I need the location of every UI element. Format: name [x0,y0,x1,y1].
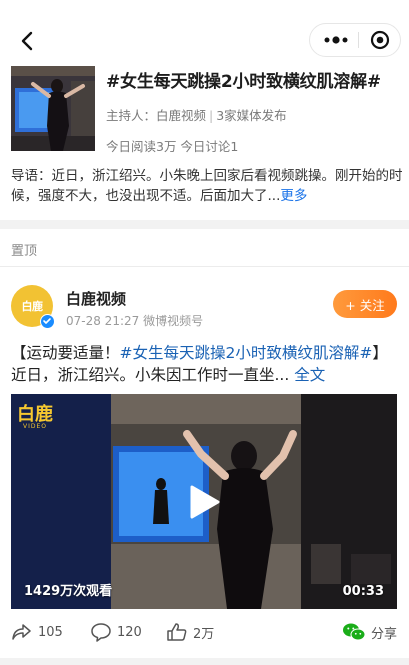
topic-stats: 今日阅读3万 今日讨论1 [106,139,239,154]
more-dots-icon [324,36,348,44]
wechat-icon [342,623,366,641]
like-count: 2万 [193,626,215,642]
host-label[interactable]: 主持人：白鹿视频 [106,108,206,123]
video-logo-text: 白鹿 [17,404,53,425]
follow-button[interactable]: + 关注 [333,290,397,318]
target-close-icon [370,30,390,50]
repost-icon [12,624,31,640]
play-button[interactable] [187,484,221,520]
post-meta: 07-28 21:27 微博视频号 [66,314,204,328]
post-card: 白鹿 白鹿视频 07-28 21:27 微博视频号 + 关注 【运动要适量！#女… [0,268,409,658]
verified-badge-icon [40,314,55,329]
more-link[interactable]: 更多 [280,188,307,204]
bottom-divider [0,658,409,665]
navbar [0,0,409,64]
topic-intro: 导语：近日，浙江绍兴。小朱晚上回家后看视频跳操。刚开始的时候，强度不大，也没出现… [11,166,403,206]
topic-title: #女生每天跳操2小时致横纹肌溶解# [106,72,381,92]
like-button[interactable]: 2万 [166,622,214,642]
topic-tag-link[interactable]: #女生每天跳操2小时致横纹肌溶解# [120,344,373,362]
video-player[interactable]: 白鹿 VIDEO 1429万次观看 00:33 [11,394,397,609]
chevron-left-icon [21,31,33,51]
topic-cover-image[interactable] [11,66,95,151]
mini-program-capsule [309,23,401,57]
fulltext-link[interactable]: 全文 [294,366,325,384]
comment-icon [91,623,111,642]
section-divider [0,220,409,229]
topic-host: 主持人：白鹿视频 | 3家媒体发布 [106,105,287,124]
topic-header: #女生每天跳操2小时致横纹肌溶解# 主持人：白鹿视频 | 3家媒体发布 今日阅读3万… [0,64,409,220]
intro-text: 导语：近日，浙江绍兴。小朱晚上回家后看视频跳操。刚开始的时候，强度不大，也没出现… [11,168,403,204]
separator: | [209,108,214,123]
video-duration: 00:33 [342,584,384,599]
pinned-label: 置顶 [11,244,38,259]
author-name[interactable]: 白鹿视频 [66,288,126,309]
video-logo: 白鹿 VIDEO [17,400,53,430]
post-text-prefix: 【运动要适量！ [11,344,120,362]
comment-button[interactable]: 120 [90,622,142,642]
repost-button[interactable]: 105 [11,622,63,642]
close-button[interactable] [362,24,398,56]
play-icon [190,485,220,519]
view-count: 1429万次观看 [24,584,113,599]
share-button[interactable]: 分享 [342,622,397,642]
comment-count: 120 [117,624,142,640]
share-label: 分享 [370,626,397,642]
avatar-text: 白鹿 [21,300,44,313]
post-text: 【运动要适量！#女生每天跳操2小时致横纹肌溶解#】近日，浙江绍兴。小朱因工作时一… [11,342,403,386]
capsule-divider [358,32,359,48]
repost-count: 105 [38,624,63,640]
thumbs-up-icon [167,623,187,641]
media-label[interactable]: 3家媒体发布 [216,108,286,123]
back-button[interactable] [14,28,40,54]
action-bar: 105 120 2万 分享 [0,620,409,648]
more-button[interactable] [316,24,356,56]
pinned-section-header: 置顶 [0,229,409,267]
